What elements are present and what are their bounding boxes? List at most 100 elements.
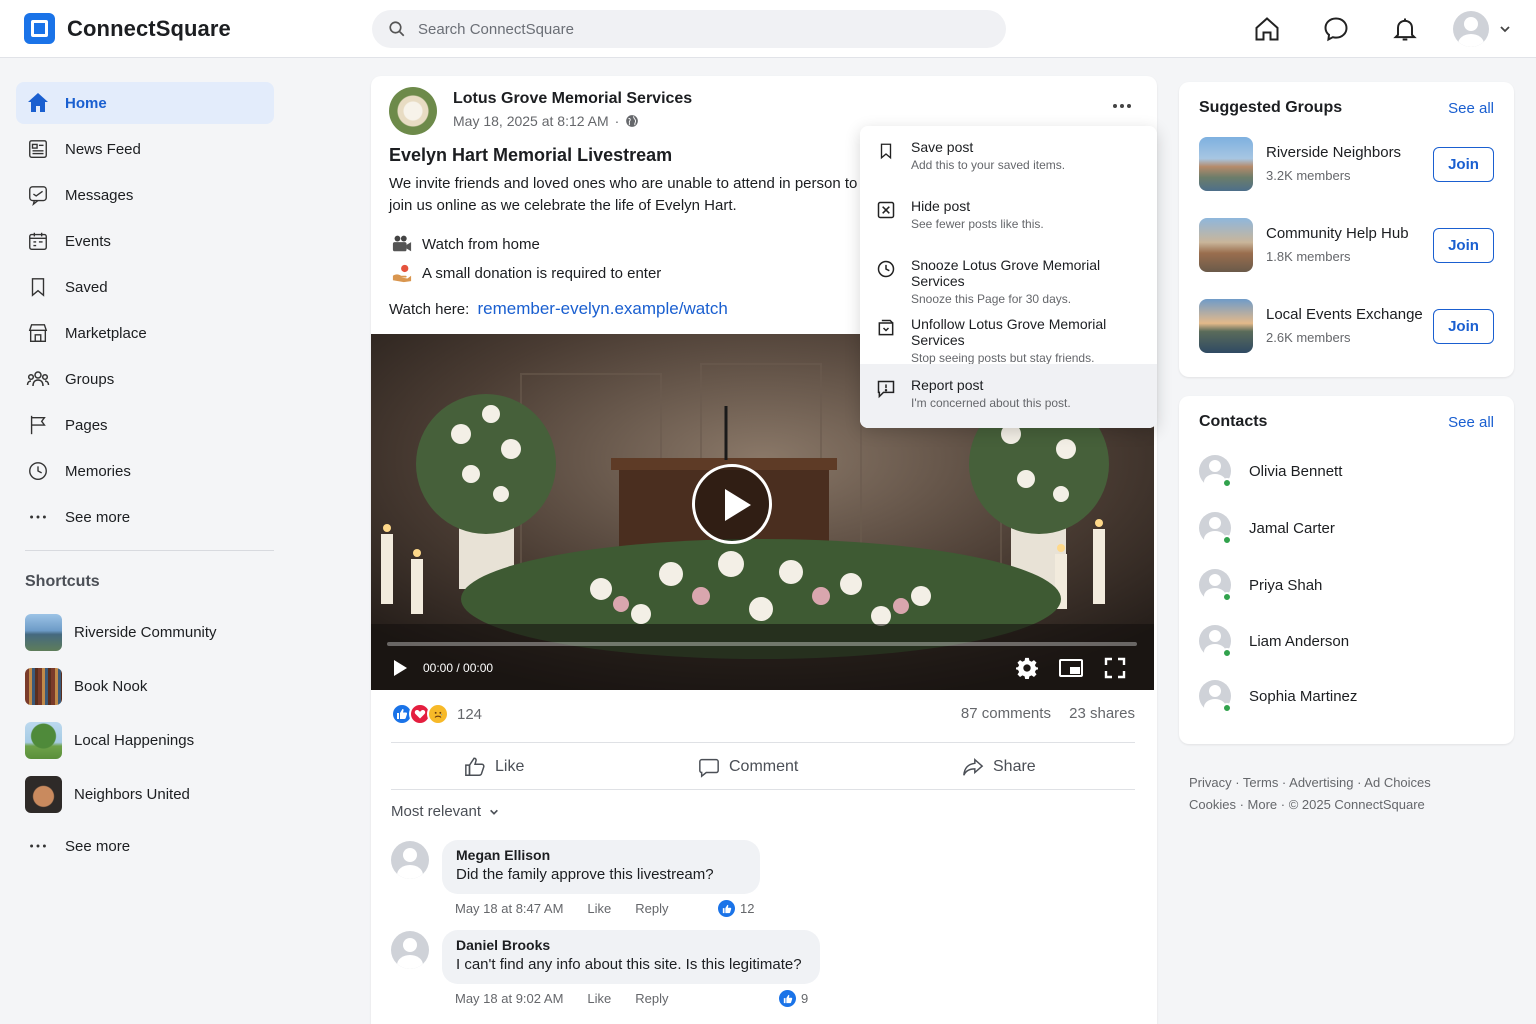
watch-link[interactable]: remember-evelyn.example/watch <box>477 299 727 318</box>
sidebar-item-memories[interactable]: Memories <box>16 450 274 492</box>
comment-avatar[interactable] <box>391 841 429 879</box>
contact-item[interactable]: Olivia Bennett <box>1199 454 1342 490</box>
account-menu[interactable] <box>1453 11 1511 47</box>
comment-time[interactable]: May 18 at 9:02 AM <box>455 991 563 1006</box>
contact-avatar <box>1199 680 1232 715</box>
menu-item-save-post[interactable]: Save post Add this to your saved items. <box>860 126 1157 185</box>
watch-line: Watch here: remember-evelyn.example/watc… <box>389 299 728 319</box>
shortcut-label: Neighbors United <box>74 785 190 803</box>
fullscreen-icon[interactable] <box>1104 657 1126 679</box>
group-thumbnail <box>1199 218 1253 272</box>
menu-item-subtitle: Add this to your saved items. <box>911 158 1066 172</box>
join-group-button[interactable]: Join <box>1433 147 1494 182</box>
post-meta: May 18, 2025 at 8:12 AM · <box>453 113 639 129</box>
sidebar-item-home[interactable]: Home <box>16 82 274 124</box>
contact-avatar <box>1199 569 1232 604</box>
share-button[interactable]: Share <box>962 754 1036 780</box>
sidebar-item-see-more[interactable]: See more <box>16 496 274 538</box>
group-members: 2.6K members <box>1266 330 1351 345</box>
comments-count[interactable]: 87 comments <box>961 705 1051 722</box>
group-members: 1.8K members <box>1266 249 1351 264</box>
shares-count[interactable]: 23 shares <box>1069 705 1135 722</box>
messenger-icon[interactable] <box>1321 14 1351 44</box>
contacts-title: Contacts <box>1199 413 1268 430</box>
comment-time[interactable]: May 18 at 8:47 AM <box>455 901 563 916</box>
shortcut-local-happenings[interactable]: Local Happenings <box>16 713 274 767</box>
play-icon[interactable] <box>391 658 409 678</box>
clock-icon <box>26 459 50 483</box>
sidebar-item-messages[interactable]: Messages <box>16 174 274 216</box>
comment-reply-button[interactable]: Reply <box>635 901 668 916</box>
contact-item[interactable]: Priya Shah <box>1199 568 1322 604</box>
sad-reaction-icon <box>427 703 449 725</box>
sidebar-item-pages[interactable]: Pages <box>16 404 274 446</box>
join-group-button[interactable]: Join <box>1433 309 1494 344</box>
shortcut-thumbnail <box>25 775 62 813</box>
menu-item-title: Save post <box>911 139 974 155</box>
gear-icon[interactable] <box>1016 657 1038 679</box>
sidebar-item-news-feed[interactable]: News Feed <box>16 128 274 170</box>
menu-item-unfollow[interactable]: Unfollow Lotus Grove Memorial Services S… <box>860 303 1157 365</box>
comment-like-button[interactable]: Like <box>587 991 611 1006</box>
logo[interactable]: ConnectSquare <box>24 13 231 44</box>
page-name[interactable]: Lotus Grove Memorial Services <box>453 90 692 108</box>
like-button[interactable]: Like <box>464 754 524 780</box>
footer-line-1[interactable]: Privacy · Terms · Advertising · Ad Choic… <box>1189 772 1509 794</box>
search-input[interactable] <box>418 20 978 38</box>
post-date[interactable]: May 18, 2025 at 8:12 AM <box>453 113 609 129</box>
video-controls-left: 00:00 / 00:00 <box>391 656 493 680</box>
post-more-options-button[interactable] <box>1107 92 1137 120</box>
sidebar-item-marketplace[interactable]: Marketplace <box>16 312 274 354</box>
contact-item[interactable]: Jamal Carter <box>1199 511 1335 547</box>
news-feed-icon <box>26 137 50 161</box>
more-dots-icon <box>1113 104 1117 108</box>
shortcuts-see-more[interactable]: See more <box>16 825 274 867</box>
suggested-groups-see-all[interactable]: See all <box>1448 100 1494 117</box>
shortcut-riverside-community[interactable]: Riverside Community <box>16 605 274 659</box>
video-progress-bar[interactable] <box>387 642 1137 646</box>
bell-icon[interactable] <box>1390 14 1420 44</box>
comment-reply-button[interactable]: Reply <box>635 991 668 1006</box>
comment-author[interactable]: Megan Ellison <box>456 847 746 863</box>
play-overlay-button[interactable] <box>692 464 772 544</box>
suggested-groups-card: Suggested Groups See all Riverside Neigh… <box>1179 82 1514 377</box>
search-bar[interactable] <box>372 10 1006 48</box>
donation-hand-icon <box>391 262 413 284</box>
join-group-button[interactable]: Join <box>1433 228 1494 263</box>
menu-item-hide-post[interactable]: Hide post See fewer posts like this. <box>860 185 1157 244</box>
comment-text: I can't find any info about this site. I… <box>456 956 802 973</box>
comment-likes[interactable]: 12 <box>718 900 754 917</box>
comment-author[interactable]: Daniel Brooks <box>456 937 806 953</box>
group-item[interactable]: Riverside Neighbors 3.2K members Join <box>1199 137 1494 193</box>
contact-avatar <box>1199 512 1232 547</box>
group-item[interactable]: Local Events Exchange 2.6K members Join <box>1199 299 1494 355</box>
shortcut-book-nook[interactable]: Book Nook <box>16 659 274 713</box>
contact-item[interactable]: Sophia Martinez <box>1199 679 1357 715</box>
menu-item-snooze[interactable]: Snooze Lotus Grove Memorial Services Sno… <box>860 244 1157 306</box>
shortcut-neighbors-united[interactable]: Neighbors United <box>16 767 274 821</box>
comment-sort-dropdown[interactable]: Most relevant <box>391 803 499 820</box>
contact-name: Liam Anderson <box>1249 632 1350 650</box>
picture-in-picture-icon[interactable] <box>1058 658 1084 678</box>
contact-item[interactable]: Liam Anderson <box>1199 624 1350 660</box>
comment-button[interactable]: Comment <box>698 754 798 780</box>
home-icon[interactable] <box>1252 14 1282 44</box>
contacts-see-all[interactable]: See all <box>1448 414 1494 431</box>
group-item[interactable]: Community Help Hub 1.8K members Join <box>1199 218 1494 274</box>
sidebar-item-groups[interactable]: Groups <box>16 358 274 400</box>
app-name: ConnectSquare <box>67 15 231 41</box>
post-title: Evelyn Hart Memorial Livestream <box>389 145 673 165</box>
sidebar-item-events[interactable]: Events <box>16 220 274 262</box>
footer-line-2[interactable]: Cookies · More · © 2025 ConnectSquare <box>1189 794 1509 816</box>
page-avatar[interactable] <box>389 87 437 135</box>
comment-avatar[interactable] <box>391 931 429 969</box>
share-label: Share <box>993 758 1036 775</box>
connectsquare-logo-icon <box>24 13 55 44</box>
thumbs-up-icon <box>465 757 485 776</box>
comment-likes[interactable]: 9 <box>779 990 808 1007</box>
menu-item-report-post[interactable]: Report post I'm concerned about this pos… <box>860 364 1157 428</box>
comment-like-button[interactable]: Like <box>587 901 611 916</box>
sidebar-item-saved[interactable]: Saved <box>16 266 274 308</box>
clock-icon <box>876 259 896 279</box>
reactions-summary[interactable]: 124 <box>391 703 482 725</box>
